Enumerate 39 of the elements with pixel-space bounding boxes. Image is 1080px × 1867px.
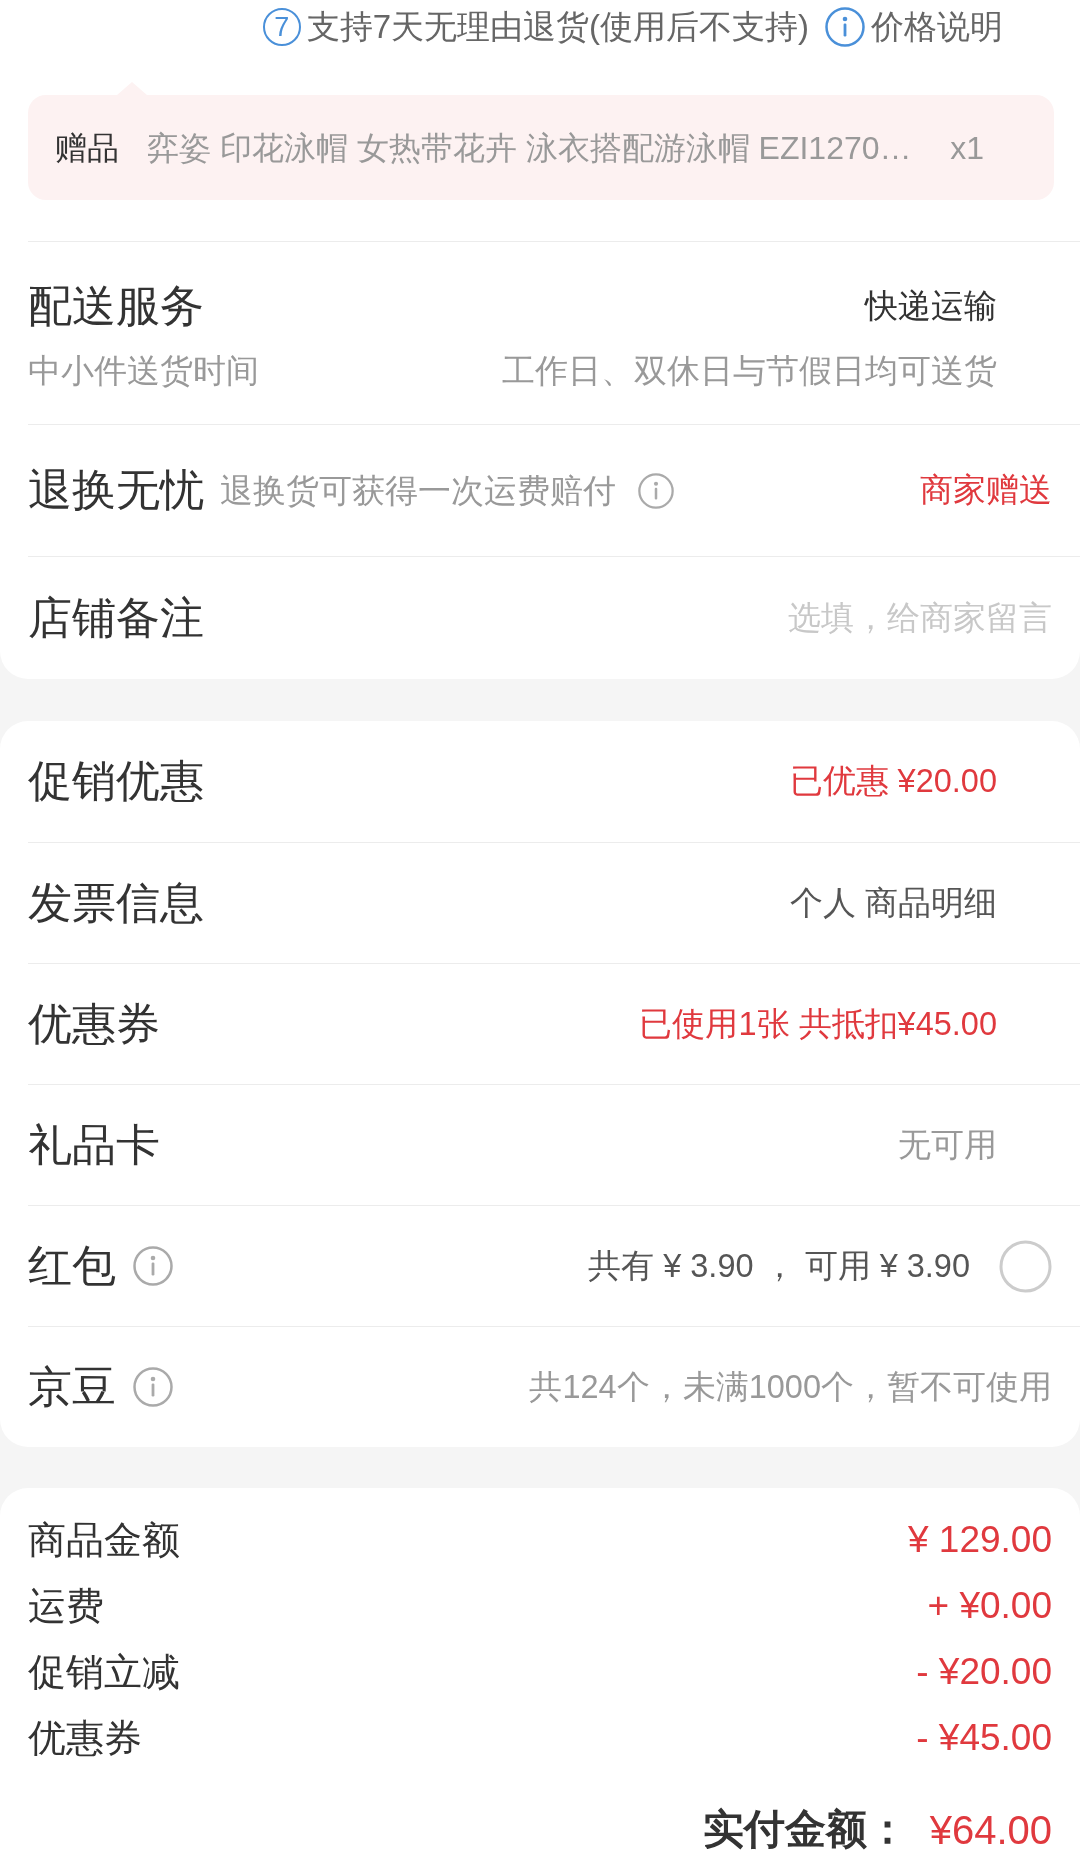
gift-label: 赠品	[55, 128, 119, 168]
option-title: 优惠券	[28, 997, 160, 1050]
summary-label: 运费	[28, 1583, 104, 1629]
info-icon[interactable]	[825, 7, 865, 47]
radio-toggle[interactable]	[999, 1239, 1052, 1293]
option-value: 共有 ¥ 3.90 ， 可用 ¥ 3.90	[588, 1246, 970, 1286]
option-title: 促销优惠	[28, 755, 204, 808]
option-value[interactable]: 个人 商品明细	[789, 878, 997, 928]
delivery-time-text: 工作日、双休日与节假日均可送货	[502, 351, 997, 392]
total-amount: ¥64.00	[929, 1807, 1052, 1854]
option-value[interactable]: 快递运输	[865, 281, 997, 331]
option-value: 共124个，未满1000个，暂不可使用	[529, 1367, 1052, 1407]
info-icon[interactable]	[133, 1246, 173, 1286]
option-title: 发票信息	[28, 876, 204, 929]
summary-label: 优惠券	[28, 1715, 142, 1761]
gift-product-name: 弈姿 印花泳帽 女热带花卉 泳衣搭配游泳帽 EZI1270…	[147, 128, 912, 168]
return-policy-text: 支持7天无理由退货(使用后不支持)	[306, 7, 809, 48]
return-days-badge: 7	[262, 8, 301, 46]
summary-amount: - ¥20.00	[916, 1650, 1052, 1695]
option-value: 商家赠送	[920, 471, 1052, 511]
summary-amount: ¥ 129.00	[907, 1518, 1052, 1563]
price-info-link[interactable]: 价格说明	[871, 2, 1003, 52]
summary-label: 商品金额	[28, 1517, 180, 1563]
option-title: 退换无忧	[28, 464, 204, 517]
option-title: 京豆	[28, 1360, 116, 1413]
option-title: 红包	[28, 1239, 116, 1292]
option-subtitle: 中小件送货时间	[28, 351, 259, 392]
option-title: 礼品卡	[28, 1118, 160, 1171]
option-title: 配送服务	[28, 279, 204, 332]
info-icon[interactable]	[638, 472, 674, 509]
summary-amount: + ¥0.00	[927, 1584, 1052, 1629]
option-title: 店铺备注	[28, 591, 204, 644]
gift-quantity: x1	[950, 128, 984, 168]
option-note: 退换货可获得一次运费赔付	[220, 470, 616, 511]
summary-amount: - ¥45.00	[916, 1716, 1052, 1761]
option-value[interactable]: 已优惠 ¥20.00	[789, 757, 997, 806]
option-value[interactable]: 已使用1张 共抵扣¥45.00	[639, 999, 997, 1049]
summary-label: 促销立减	[28, 1649, 180, 1695]
total-label: 实付金额：	[702, 1805, 908, 1855]
